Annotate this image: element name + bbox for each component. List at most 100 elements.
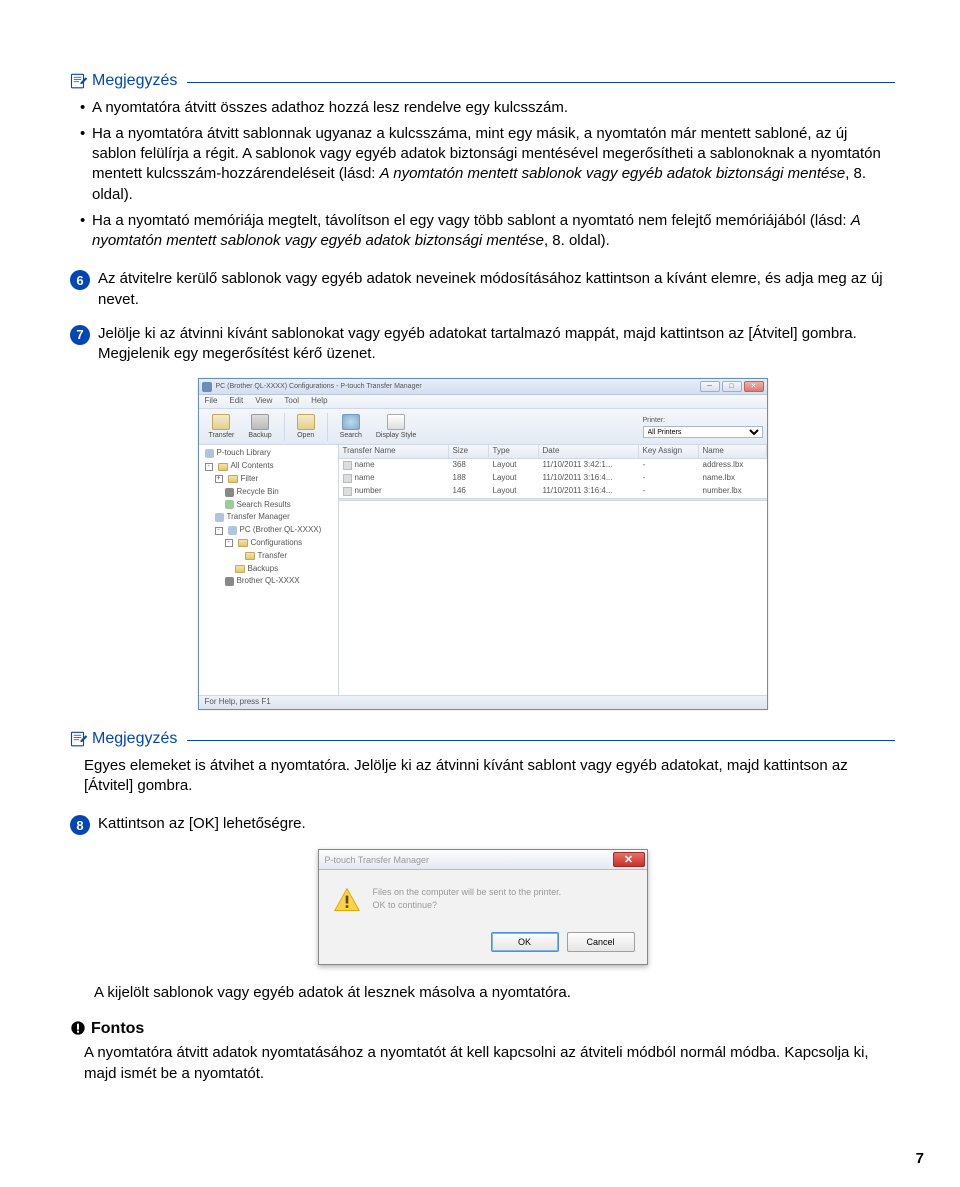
step-7: 7 Jelölje ki az átvinni kívánt sablonoka… (70, 324, 895, 365)
tree-configurations[interactable]: -Configurations (199, 537, 338, 550)
note1-bullet-2: Ha a nyomtató memóriája megtelt, távolít… (84, 211, 895, 252)
note2-text: Egyes elemeket is átvihet a nyomtatóra. … (70, 756, 895, 797)
pc-icon (228, 526, 237, 535)
menu-tool[interactable]: Tool (284, 396, 299, 407)
page-number: 7 (916, 1149, 924, 1169)
tree-backups[interactable]: Backups (199, 563, 338, 576)
preview-pane (339, 501, 767, 695)
tree-filter[interactable]: +Filter (199, 473, 338, 486)
dialog-message: Files on the computer will be sent to th… (373, 886, 562, 914)
tree-all-contents[interactable]: -All Contents (199, 460, 338, 473)
maximize-button[interactable]: □ (722, 381, 742, 392)
open-icon (297, 414, 315, 430)
important-text: A nyomtatóra átvitt adatok nyomtatásához… (70, 1043, 895, 1084)
confirm-dialog: P-touch Transfer Manager ✕ Files on the … (318, 849, 648, 965)
window-title: PC (Brother QL-XXXX) Configurations - P-… (216, 382, 422, 391)
printer-select[interactable]: All Printers (643, 426, 763, 438)
step-7-number: 7 (70, 325, 90, 345)
col-transfer-name[interactable]: Transfer Name (339, 445, 449, 458)
step-6: 6 Az átvitelre kerülő sablonok vagy egyé… (70, 269, 895, 310)
close-button[interactable]: ✕ (744, 381, 764, 392)
statusbar: For Help, press F1 (199, 695, 767, 709)
status-text: For Help, press F1 (205, 697, 271, 706)
pencil-note-icon (70, 72, 88, 90)
step-7-text: Jelölje ki az átvinni kívánt sablonokat … (98, 324, 895, 365)
tree-transfer-folder[interactable]: Transfer (199, 550, 338, 563)
menu-view[interactable]: View (255, 396, 272, 407)
search-icon (342, 414, 360, 430)
divider (187, 82, 895, 83)
note1-bullet-0: A nyomtatóra átvitt összes adathoz hozzá… (84, 98, 895, 118)
app-window: PC (Brother QL-XXXX) Configurations - P-… (198, 378, 768, 710)
tree-recycle-bin[interactable]: Recycle Bin (199, 486, 338, 499)
pencil-note-icon (70, 730, 88, 748)
col-name[interactable]: Name (699, 445, 767, 458)
recycle-icon (225, 488, 234, 497)
separator (284, 413, 285, 441)
note1-bullet-1: Ha a nyomtatóra átvitt sablonnak ugyanaz… (84, 124, 895, 205)
tree-root[interactable]: P-touch Library (199, 447, 338, 460)
tree-search-results[interactable]: Search Results (199, 499, 338, 512)
step-8: 8 Kattintson az [OK] lehetőségre. (70, 814, 895, 835)
printer-label: Printer: (643, 416, 763, 425)
table-row[interactable]: number146Layout11/10/2011 3:16:4...-numb… (339, 485, 767, 498)
expand-icon[interactable]: - (225, 539, 233, 547)
list-pane: Transfer Name Size Type Date Key Assign … (339, 445, 767, 695)
toolbar-search-button[interactable]: Search (334, 412, 368, 442)
toolbar: Transfer Backup Open Search Display Styl… (199, 409, 767, 445)
menu-file[interactable]: File (205, 396, 218, 407)
divider (187, 740, 895, 741)
backup-icon (251, 414, 269, 430)
toolbar-display-style-button[interactable]: Display Style (370, 412, 422, 442)
expand-icon[interactable]: - (205, 463, 213, 471)
app-screenshot: PC (Brother QL-XXXX) Configurations - P-… (70, 378, 895, 710)
layout-icon (343, 487, 352, 496)
note-title: Megjegyzés (92, 728, 177, 750)
library-icon (205, 449, 214, 458)
note1-bullets: A nyomtatóra átvitt összes adathoz hozzá… (70, 98, 895, 252)
note-header: Megjegyzés (70, 728, 895, 750)
note-title: Megjegyzés (92, 70, 177, 92)
expand-icon[interactable]: - (215, 527, 223, 535)
layout-icon (343, 461, 352, 470)
ok-button[interactable]: OK (491, 932, 559, 952)
toolbar-open-button[interactable]: Open (291, 412, 321, 442)
tree-device[interactable]: Brother QL-XXXX (199, 575, 338, 588)
toolbar-backup-button[interactable]: Backup (242, 412, 277, 442)
toolbar-transfer-button[interactable]: Transfer (203, 412, 241, 442)
minimize-button[interactable]: ─ (700, 381, 720, 392)
col-date[interactable]: Date (539, 445, 639, 458)
tree-pc-node[interactable]: -PC (Brother QL-XXXX) (199, 524, 338, 537)
layout-icon (343, 474, 352, 483)
folder-icon (218, 463, 228, 471)
col-type[interactable]: Type (489, 445, 539, 458)
expand-icon[interactable]: + (215, 475, 223, 483)
col-key[interactable]: Key Assign (639, 445, 699, 458)
titlebar: PC (Brother QL-XXXX) Configurations - P-… (199, 379, 767, 395)
menu-help[interactable]: Help (311, 396, 327, 407)
menu-edit[interactable]: Edit (229, 396, 243, 407)
search-results-icon (225, 500, 234, 509)
list-header: Transfer Name Size Type Date Key Assign … (339, 445, 767, 459)
important-title: Fontos (91, 1018, 144, 1040)
separator (327, 413, 328, 441)
col-size[interactable]: Size (449, 445, 489, 458)
folder-icon (235, 565, 245, 573)
tree-pane: P-touch Library -All Contents +Filter Re… (199, 445, 339, 695)
folder-icon (228, 475, 238, 483)
tree-transfer-manager[interactable]: Transfer Manager (199, 511, 338, 524)
table-row[interactable]: name368Layout11/10/2011 3:42:1...-addres… (339, 459, 767, 472)
step-6-text: Az átvitelre kerülő sablonok vagy egyéb … (98, 269, 895, 310)
app-icon (202, 382, 212, 392)
dialog-screenshot: P-touch Transfer Manager ✕ Files on the … (70, 849, 895, 965)
important-header: Fontos (70, 1018, 895, 1040)
dialog-close-button[interactable]: ✕ (613, 852, 645, 867)
folder-icon (245, 552, 255, 560)
dialog-title: P-touch Transfer Manager (325, 854, 430, 866)
table-row[interactable]: name188Layout11/10/2011 3:16:4...-name.l… (339, 472, 767, 485)
menubar: File Edit View Tool Help (199, 395, 767, 409)
transfer-icon (212, 414, 230, 430)
cancel-button[interactable]: Cancel (567, 932, 635, 952)
step-8-text: Kattintson az [OK] lehetőségre. (98, 814, 895, 834)
after-dialog-text: A kijelölt sablonok vagy egyéb adatok át… (70, 983, 895, 1003)
